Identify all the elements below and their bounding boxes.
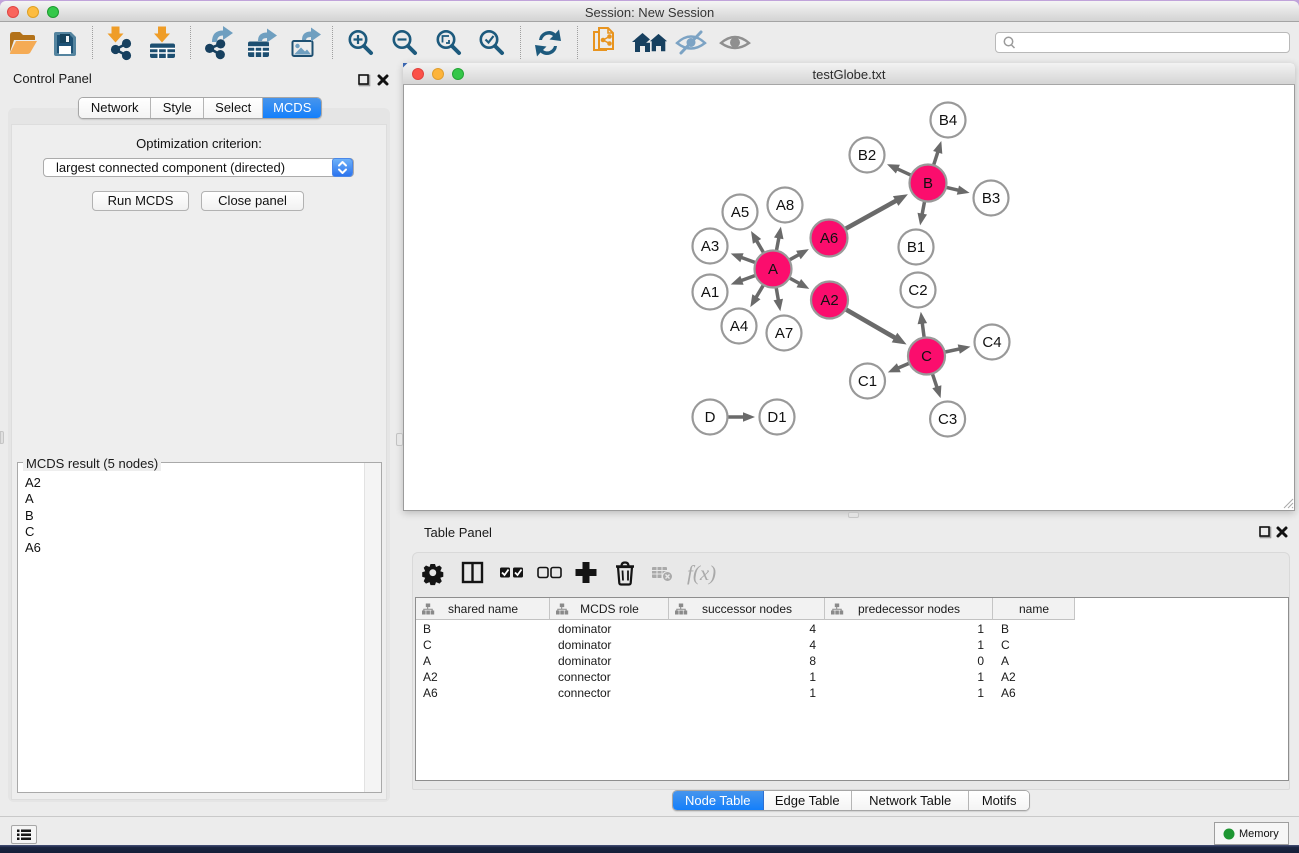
- svg-text:B3: B3: [982, 190, 1000, 207]
- svg-text:C: C: [921, 348, 932, 365]
- svg-text:A: A: [768, 261, 778, 278]
- svg-text:f(x): f(x): [687, 561, 716, 585]
- svg-text:A3: A3: [701, 238, 719, 255]
- svg-text:B1: B1: [907, 239, 925, 256]
- svg-text:D1: D1: [767, 409, 786, 426]
- svg-text:A4: A4: [730, 318, 748, 335]
- svg-text:A1: A1: [701, 284, 719, 301]
- svg-text:B: B: [923, 175, 933, 192]
- svg-text:C4: C4: [982, 334, 1001, 351]
- svg-text:D: D: [705, 409, 716, 426]
- svg-text:A8: A8: [776, 197, 794, 214]
- svg-text:A5: A5: [731, 204, 749, 221]
- svg-text:C1: C1: [858, 373, 877, 390]
- svg-text:C2: C2: [908, 282, 927, 299]
- svg-text:C3: C3: [938, 411, 957, 428]
- svg-text:A2: A2: [820, 292, 838, 309]
- svg-text:A7: A7: [775, 325, 793, 342]
- svg-text:B4: B4: [939, 112, 957, 129]
- svg-text:A6: A6: [820, 230, 838, 247]
- svg-text:B2: B2: [858, 147, 876, 164]
